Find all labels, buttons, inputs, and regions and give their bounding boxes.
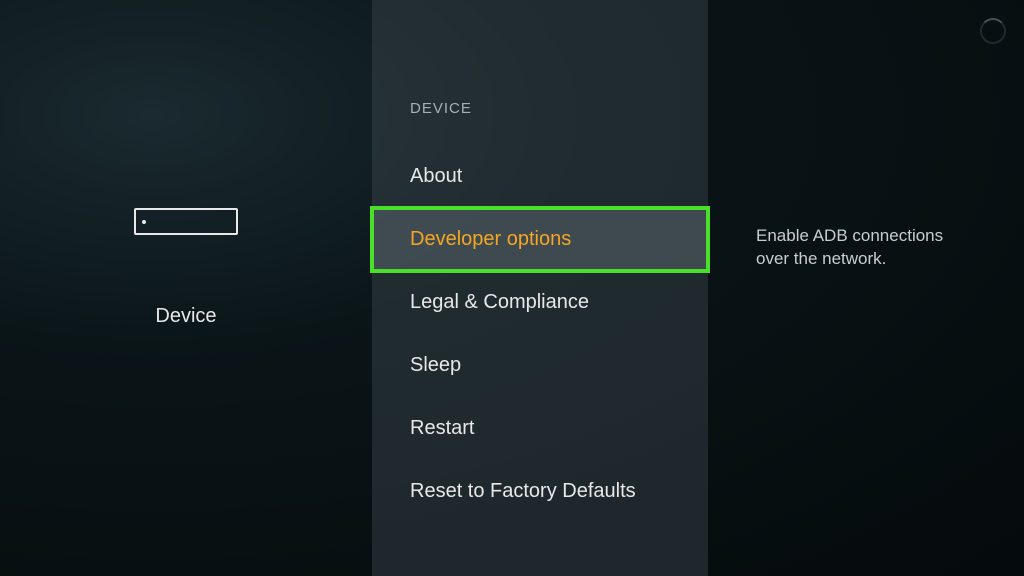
- menu-item-sleep[interactable]: Sleep: [372, 334, 708, 397]
- menu-item-developer-options[interactable]: Developer options: [372, 208, 708, 271]
- left-panel-title: Device: [155, 305, 216, 328]
- menu-item-reset-factory[interactable]: Reset to Factory Defaults: [372, 460, 708, 523]
- menu-item-about[interactable]: About: [372, 145, 708, 208]
- device-menu-panel: DEVICE About Developer options Legal & C…: [372, 0, 708, 576]
- menu-item-description: Enable ADB connections over the network.: [756, 225, 974, 271]
- menu-item-restart[interactable]: Restart: [372, 397, 708, 460]
- loading-spinner-icon: [980, 18, 1006, 44]
- menu-section-header: DEVICE: [372, 100, 708, 117]
- firetv-device-icon: [134, 208, 238, 235]
- firetv-device-icon-dot: [142, 220, 146, 224]
- menu-item-legal-compliance[interactable]: Legal & Compliance: [372, 271, 708, 334]
- left-panel: Device: [0, 0, 372, 576]
- detail-panel: Enable ADB connections over the network.: [708, 0, 1024, 576]
